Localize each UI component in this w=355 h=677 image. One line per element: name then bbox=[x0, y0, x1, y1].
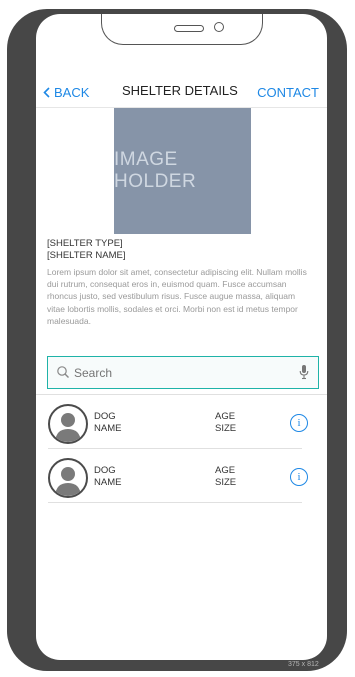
avatar bbox=[48, 404, 88, 444]
person-icon bbox=[55, 467, 81, 496]
screen: BACK SHELTER DETAILS CONTACT IMAGE HOLDE… bbox=[36, 14, 327, 660]
list-divider bbox=[48, 502, 302, 503]
page-title: SHELTER DETAILS bbox=[122, 83, 238, 98]
dog-list-item[interactable]: DOG NAME AGE SIZE i bbox=[36, 397, 327, 449]
back-label: BACK bbox=[54, 85, 90, 100]
shelter-description: Lorem ipsum dolor sit amet, consectetur … bbox=[47, 267, 307, 326]
info-icon[interactable]: i bbox=[290, 414, 308, 432]
info-icon[interactable]: i bbox=[290, 468, 308, 486]
nav-bar: BACK SHELTER DETAILS CONTACT bbox=[36, 72, 327, 108]
person-icon bbox=[55, 413, 81, 442]
back-button[interactable]: BACK bbox=[43, 85, 89, 100]
chevron-left-icon bbox=[43, 87, 50, 98]
dog-age-size-cell: AGE SIZE bbox=[215, 411, 237, 434]
contact-button[interactable]: CONTACT bbox=[257, 85, 319, 100]
list-divider bbox=[36, 394, 327, 395]
search-bar[interactable] bbox=[47, 356, 319, 389]
dog-list-item[interactable]: DOG NAME AGE SIZE i bbox=[36, 451, 327, 503]
image-placeholder-text: IMAGE HOLDER bbox=[114, 149, 197, 192]
notch bbox=[101, 14, 263, 45]
list-divider bbox=[48, 448, 302, 449]
search-input[interactable] bbox=[72, 362, 296, 384]
frame-size-label: 375 x 812 bbox=[288, 661, 319, 668]
search-icon bbox=[57, 366, 69, 378]
dog-name-cell: DOG NAME bbox=[94, 411, 122, 434]
shelter-type: [SHELTER TYPE] bbox=[47, 238, 123, 249]
camera bbox=[214, 22, 224, 32]
shelter-name: [SHELTER NAME] bbox=[47, 250, 126, 261]
speaker bbox=[174, 25, 204, 32]
microphone-icon[interactable] bbox=[299, 364, 309, 380]
dog-name-cell: DOG NAME bbox=[94, 465, 122, 488]
shelter-image: IMAGE HOLDER bbox=[114, 108, 251, 234]
avatar bbox=[48, 458, 88, 498]
dog-age-size-cell: AGE SIZE bbox=[215, 465, 237, 488]
